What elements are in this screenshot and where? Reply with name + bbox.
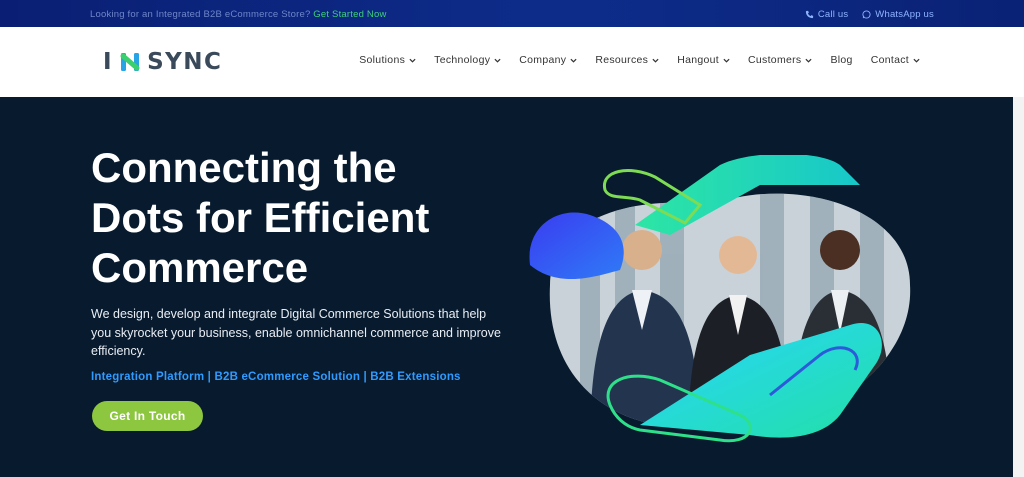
phone-icon (805, 10, 813, 19)
nav-label: Hangout (677, 54, 720, 66)
nav-item-solutions[interactable]: Solutions (359, 54, 416, 66)
top-announcement-bar: Looking for an Integrated B2B eCommerce … (0, 0, 1024, 27)
headline-line: Dots for Efficient (91, 194, 430, 241)
contact-links: Call us WhatsApp us (805, 9, 934, 20)
hero-headline: Connecting the Dots for Efficient Commer… (91, 143, 511, 293)
get-started-link[interactable]: Get Started Now (313, 9, 386, 20)
chevron-down-icon (805, 58, 813, 63)
nav-item-contact[interactable]: Contact (871, 54, 920, 66)
hero-description: We design, develop and integrate Digital… (91, 307, 501, 358)
headline-line: Connecting the (91, 144, 397, 191)
logo-text-left: I (103, 49, 114, 75)
call-us-link[interactable]: Call us (805, 9, 848, 20)
main-navigation: Solutions Technology Company Resources H… (359, 54, 920, 66)
page-scroll-strip (1013, 97, 1024, 477)
nav-label: Company (519, 54, 567, 66)
get-in-touch-button[interactable]: Get In Touch (92, 401, 203, 431)
nav-item-resources[interactable]: Resources (595, 54, 659, 66)
nav-label: Blog (830, 54, 853, 66)
call-us-label: Call us (817, 9, 849, 20)
logo-mark-icon (120, 53, 140, 71)
nav-item-company[interactable]: Company (519, 54, 577, 66)
nav-item-blog[interactable]: Blog (830, 54, 852, 66)
nav-label: Resources (595, 54, 649, 66)
nav-item-customers[interactable]: Customers (748, 54, 813, 66)
hero-section: Connecting the Dots for Efficient Commer… (0, 97, 1013, 477)
nav-item-hangout[interactable]: Hangout (677, 54, 730, 66)
hero-solution-links[interactable]: Integration Platform | B2B eCommerce Sol… (91, 371, 461, 383)
chevron-down-icon (913, 58, 920, 63)
whatsapp-icon (862, 10, 871, 19)
promo-text: Looking for an Integrated B2B eCommerce … (90, 9, 311, 20)
whatsapp-label: WhatsApp us (875, 9, 934, 20)
promo-message: Looking for an Integrated B2B eCommerce … (90, 9, 387, 20)
whatsapp-link[interactable]: WhatsApp us (862, 9, 934, 20)
logo-text-right: SYNC (147, 49, 223, 75)
chevron-down-icon (570, 58, 577, 63)
nav-label: Solutions (359, 54, 406, 66)
site-header: I SYNC Solutions Technology Company Reso… (0, 27, 1024, 97)
nav-label: Customers (748, 54, 802, 66)
nav-label: Technology (434, 54, 491, 66)
insync-logo[interactable]: I SYNC (103, 47, 222, 77)
chevron-down-icon (494, 58, 501, 63)
hero-team-image (529, 155, 911, 443)
nav-item-technology[interactable]: Technology (434, 54, 501, 66)
chevron-down-icon (652, 58, 659, 63)
chevron-down-icon (723, 58, 730, 63)
nav-label: Contact (870, 54, 909, 66)
chevron-down-icon (409, 58, 416, 63)
headline-line: Commerce (91, 244, 309, 291)
